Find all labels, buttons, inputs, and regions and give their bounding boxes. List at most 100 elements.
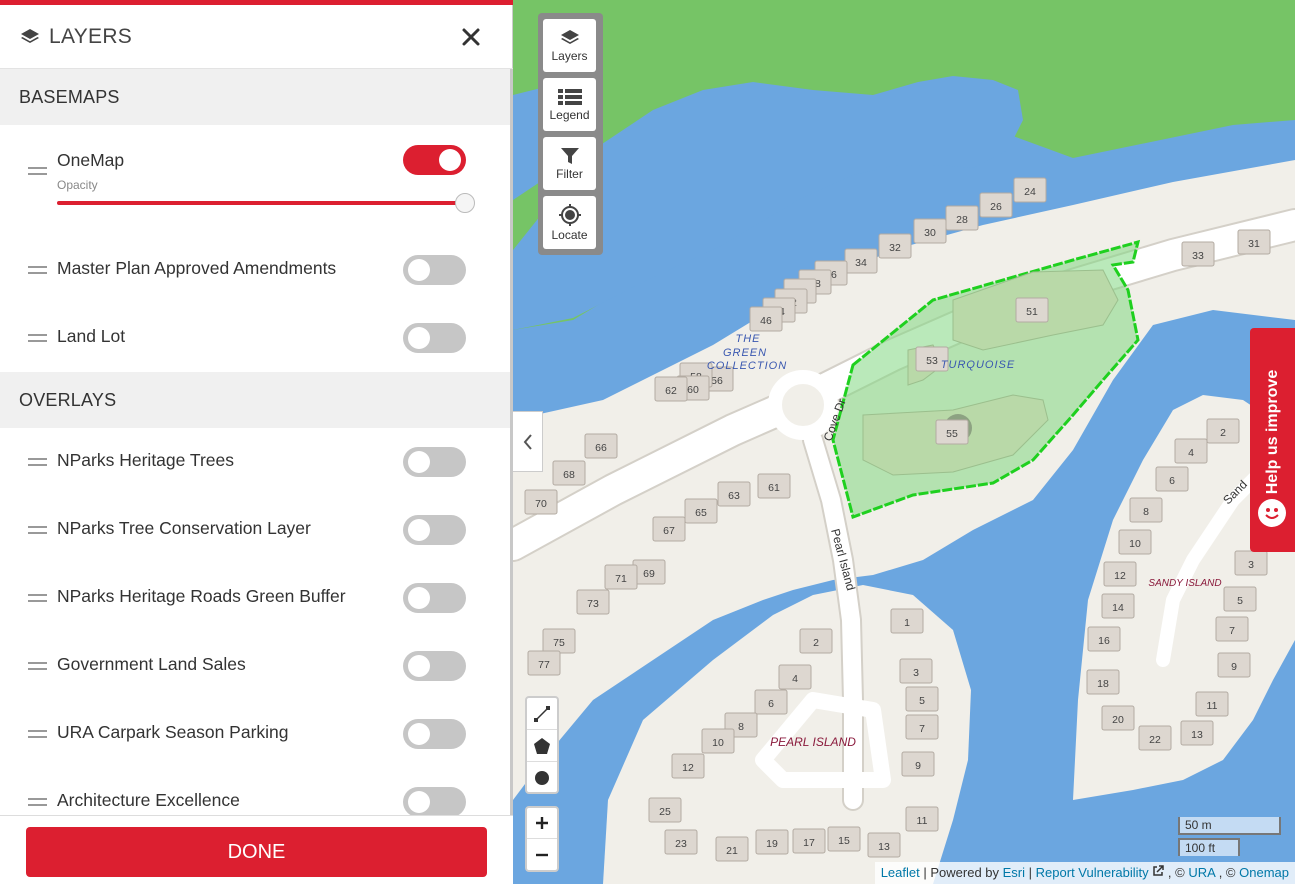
zoom-control [525,806,559,872]
layer-toggle-gov-land-sales[interactable] [403,651,466,681]
minus-icon [536,853,548,856]
layer-row-tree-conservation: NParks Tree Conservation Layer [0,496,510,564]
layer-toggle-architecture[interactable] [403,787,466,815]
attrib-separator: | [1028,865,1033,880]
layer-row-heritage-trees: NParks Heritage Trees [0,428,510,496]
help-us-improve-tab[interactable]: Help us improve [1250,328,1295,552]
lot-number: 68 [563,469,575,481]
drag-handle-icon[interactable] [28,458,47,466]
drag-handle-icon[interactable] [28,730,47,738]
layer-toggle-heritage-roads[interactable] [403,583,466,613]
lot-number: 19 [766,838,778,850]
toggle-knob [408,723,430,745]
lot-number: 13 [1191,729,1203,741]
layer-row-master-plan: Master Plan Approved Amendments [0,236,510,304]
esri-link[interactable]: Esri [1003,865,1025,880]
map-toolbar: Layers Legend Filter Locate [538,13,603,255]
layer-row-carpark: URA Carpark Season Parking [0,700,510,768]
lot-number: 65 [695,507,707,519]
draw-toolbar [525,696,559,794]
lot-number: 46 [760,315,772,327]
lot-number: 18 [1097,678,1109,690]
label-turquoise: TURQUOISE [941,359,1015,371]
lot-number: 24 [1024,186,1036,198]
lot-number: 8 [738,721,744,733]
layer-label: NParks Tree Conservation Layer [57,518,311,538]
opacity-slider-thumb[interactable] [455,193,475,213]
layers-list[interactable]: BASEMAPS OneMap Opacity Master Plan Appr… [0,69,510,815]
layer-toggle-land-lot[interactable] [403,323,466,353]
label-green: GREEN [723,347,767,359]
lot-number: 14 [1112,602,1124,614]
drag-handle-icon[interactable] [28,167,47,175]
lot-number: 13 [878,841,890,853]
drag-handle-icon[interactable] [28,526,47,534]
lot-number: 69 [643,568,655,580]
layer-toggle-tree-conservation[interactable] [403,515,466,545]
overlays-header: OVERLAYS [0,372,510,428]
drag-handle-icon[interactable] [28,662,47,670]
report-vulnerability-link[interactable]: Report Vulnerability [1036,865,1149,880]
lot-number: 20 [1112,714,1124,726]
layer-row-architecture: Architecture Excellence [0,768,510,815]
toggle-knob [408,451,430,473]
toggle-knob [408,327,430,349]
app-root: LAYERS BASEMAPS OneMap Opacity Master Pl… [0,0,1295,884]
draw-line-button[interactable] [527,698,557,730]
lot-number: 73 [587,598,599,610]
label-sandy-island: SANDY ISLAND [1148,578,1221,589]
map-canvas[interactable]: 2426283032343638404244465658606266687061… [513,0,1295,884]
layer-toggle-master-plan[interactable] [403,255,466,285]
polyline-icon [534,705,550,722]
draw-polygon-button[interactable] [527,730,557,762]
zoom-in-button[interactable] [527,808,557,839]
lot-number: 32 [889,242,901,254]
layer-row-heritage-roads: NParks Heritage Roads Green Buffer [0,564,510,632]
lot-number: 26 [990,201,1002,213]
layer-label: Architecture Excellence [57,790,240,810]
lot-number: 11 [917,815,928,827]
drag-handle-icon[interactable] [28,334,47,342]
crosshair-icon [558,203,581,226]
close-icon[interactable] [459,25,483,49]
locate-button[interactable]: Locate [543,196,596,249]
drag-handle-icon[interactable] [28,798,47,806]
scale-metric: 50 m [1178,817,1281,835]
lot-number: 23 [675,838,687,850]
locate-button-label: Locate [551,227,588,242]
layer-toggle-onemap[interactable] [403,145,466,175]
lot-number: 15 [838,835,850,847]
list-icon [557,88,582,105]
lot-number: 5 [1237,595,1243,607]
layers-button[interactable]: Layers [543,19,596,72]
lot-number: 6 [1169,475,1175,487]
drag-handle-icon[interactable] [28,266,47,274]
done-button[interactable]: DONE [26,827,487,877]
leaflet-link[interactable]: Leaflet [881,865,920,880]
lot-number: 66 [595,442,607,454]
onemap-link[interactable]: Onemap [1239,865,1289,880]
layer-label: Master Plan Approved Amendments [57,258,337,278]
zoom-out-button[interactable] [527,839,557,870]
lot-number: 67 [663,525,675,537]
layers-icon [560,29,579,44]
drag-handle-icon[interactable] [28,594,47,602]
collapse-panel-button[interactable] [513,411,543,472]
lot-number: 53 [926,355,938,367]
lot-number: 9 [1231,661,1237,673]
lot-number: 7 [919,723,925,735]
opacity-label: Opacity [57,178,98,192]
layer-label: NParks Heritage Trees [57,450,235,470]
opacity-slider-track[interactable] [57,201,465,205]
lot-number: 21 [726,845,738,857]
toggle-knob [408,791,430,813]
draw-circle-button[interactable] [527,762,557,794]
circle-icon [535,771,549,785]
ura-link[interactable]: URA [1188,865,1215,880]
legend-button[interactable]: Legend [543,78,596,131]
polygon-icon [534,737,550,754]
layer-toggle-carpark[interactable] [403,719,466,749]
layer-toggle-heritage-trees[interactable] [403,447,466,477]
lot-number: 71 [615,573,627,585]
filter-button[interactable]: Filter [543,137,596,190]
